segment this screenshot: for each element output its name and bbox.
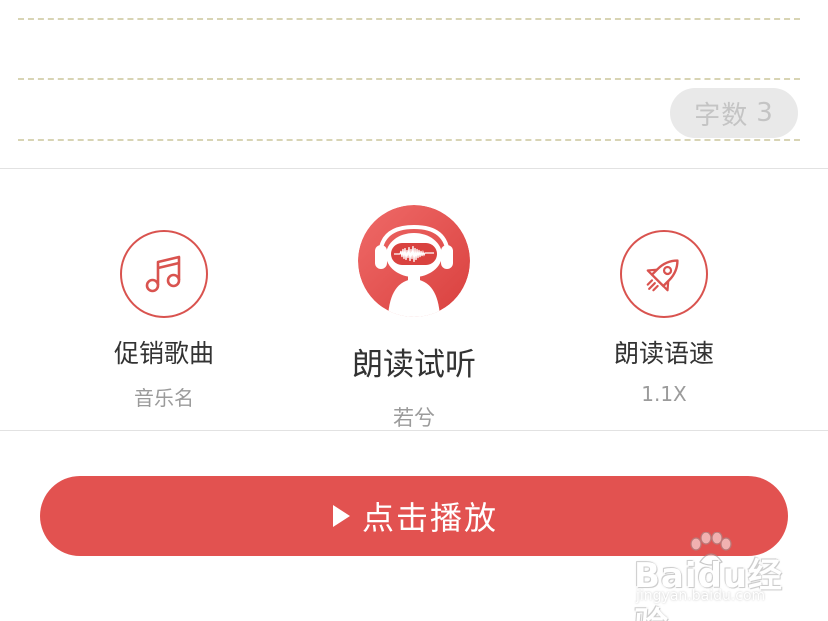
music-note-icon (145, 255, 181, 293)
option-music[interactable]: 促销歌曲 音乐名 (54, 200, 274, 411)
char-count-badge: 字数 3 (670, 88, 798, 138)
option-speed-subtitle: 1.1X (641, 382, 687, 406)
baidu-watermark: Baidu经验 jingyan.baidu.com (634, 530, 794, 621)
robot-headphones-icon (358, 205, 470, 317)
char-count-label: 字数 (694, 100, 749, 131)
text-input-area[interactable]: 字数 3 (0, 0, 828, 168)
option-speed[interactable]: 朗读语速 1.1X (554, 200, 774, 406)
option-voice-subtitle: 若兮 (393, 406, 435, 430)
option-music-title: 促销歌曲 (113, 339, 214, 368)
divider-top (0, 168, 828, 169)
option-music-subtitle: 音乐名 (134, 386, 194, 410)
watermark-logo-text: Baidu经验 (634, 556, 784, 621)
option-voice-title: 朗读试听 (352, 347, 476, 383)
play-button-label: 点击播放 (361, 499, 498, 537)
option-voice[interactable]: 朗读试听 若兮 (304, 200, 524, 432)
divider-bottom (0, 430, 828, 431)
dashed-line (18, 78, 800, 80)
dashed-line (18, 18, 800, 20)
option-speed-title: 朗读语速 (613, 339, 714, 368)
speed-ring (620, 230, 708, 318)
dashed-line (18, 139, 800, 141)
play-icon (332, 505, 350, 527)
music-ring (120, 230, 208, 318)
screen: 字数 3 促销歌曲 音乐名 朗读试听 若兮 朗读语速 1.1X 点击播放 Bai… (0, 0, 828, 621)
char-count-value: 3 (756, 98, 774, 128)
voice-avatar (358, 205, 470, 317)
watermark-url: jingyan.baidu.com (636, 588, 766, 604)
rocket-icon (646, 259, 679, 292)
